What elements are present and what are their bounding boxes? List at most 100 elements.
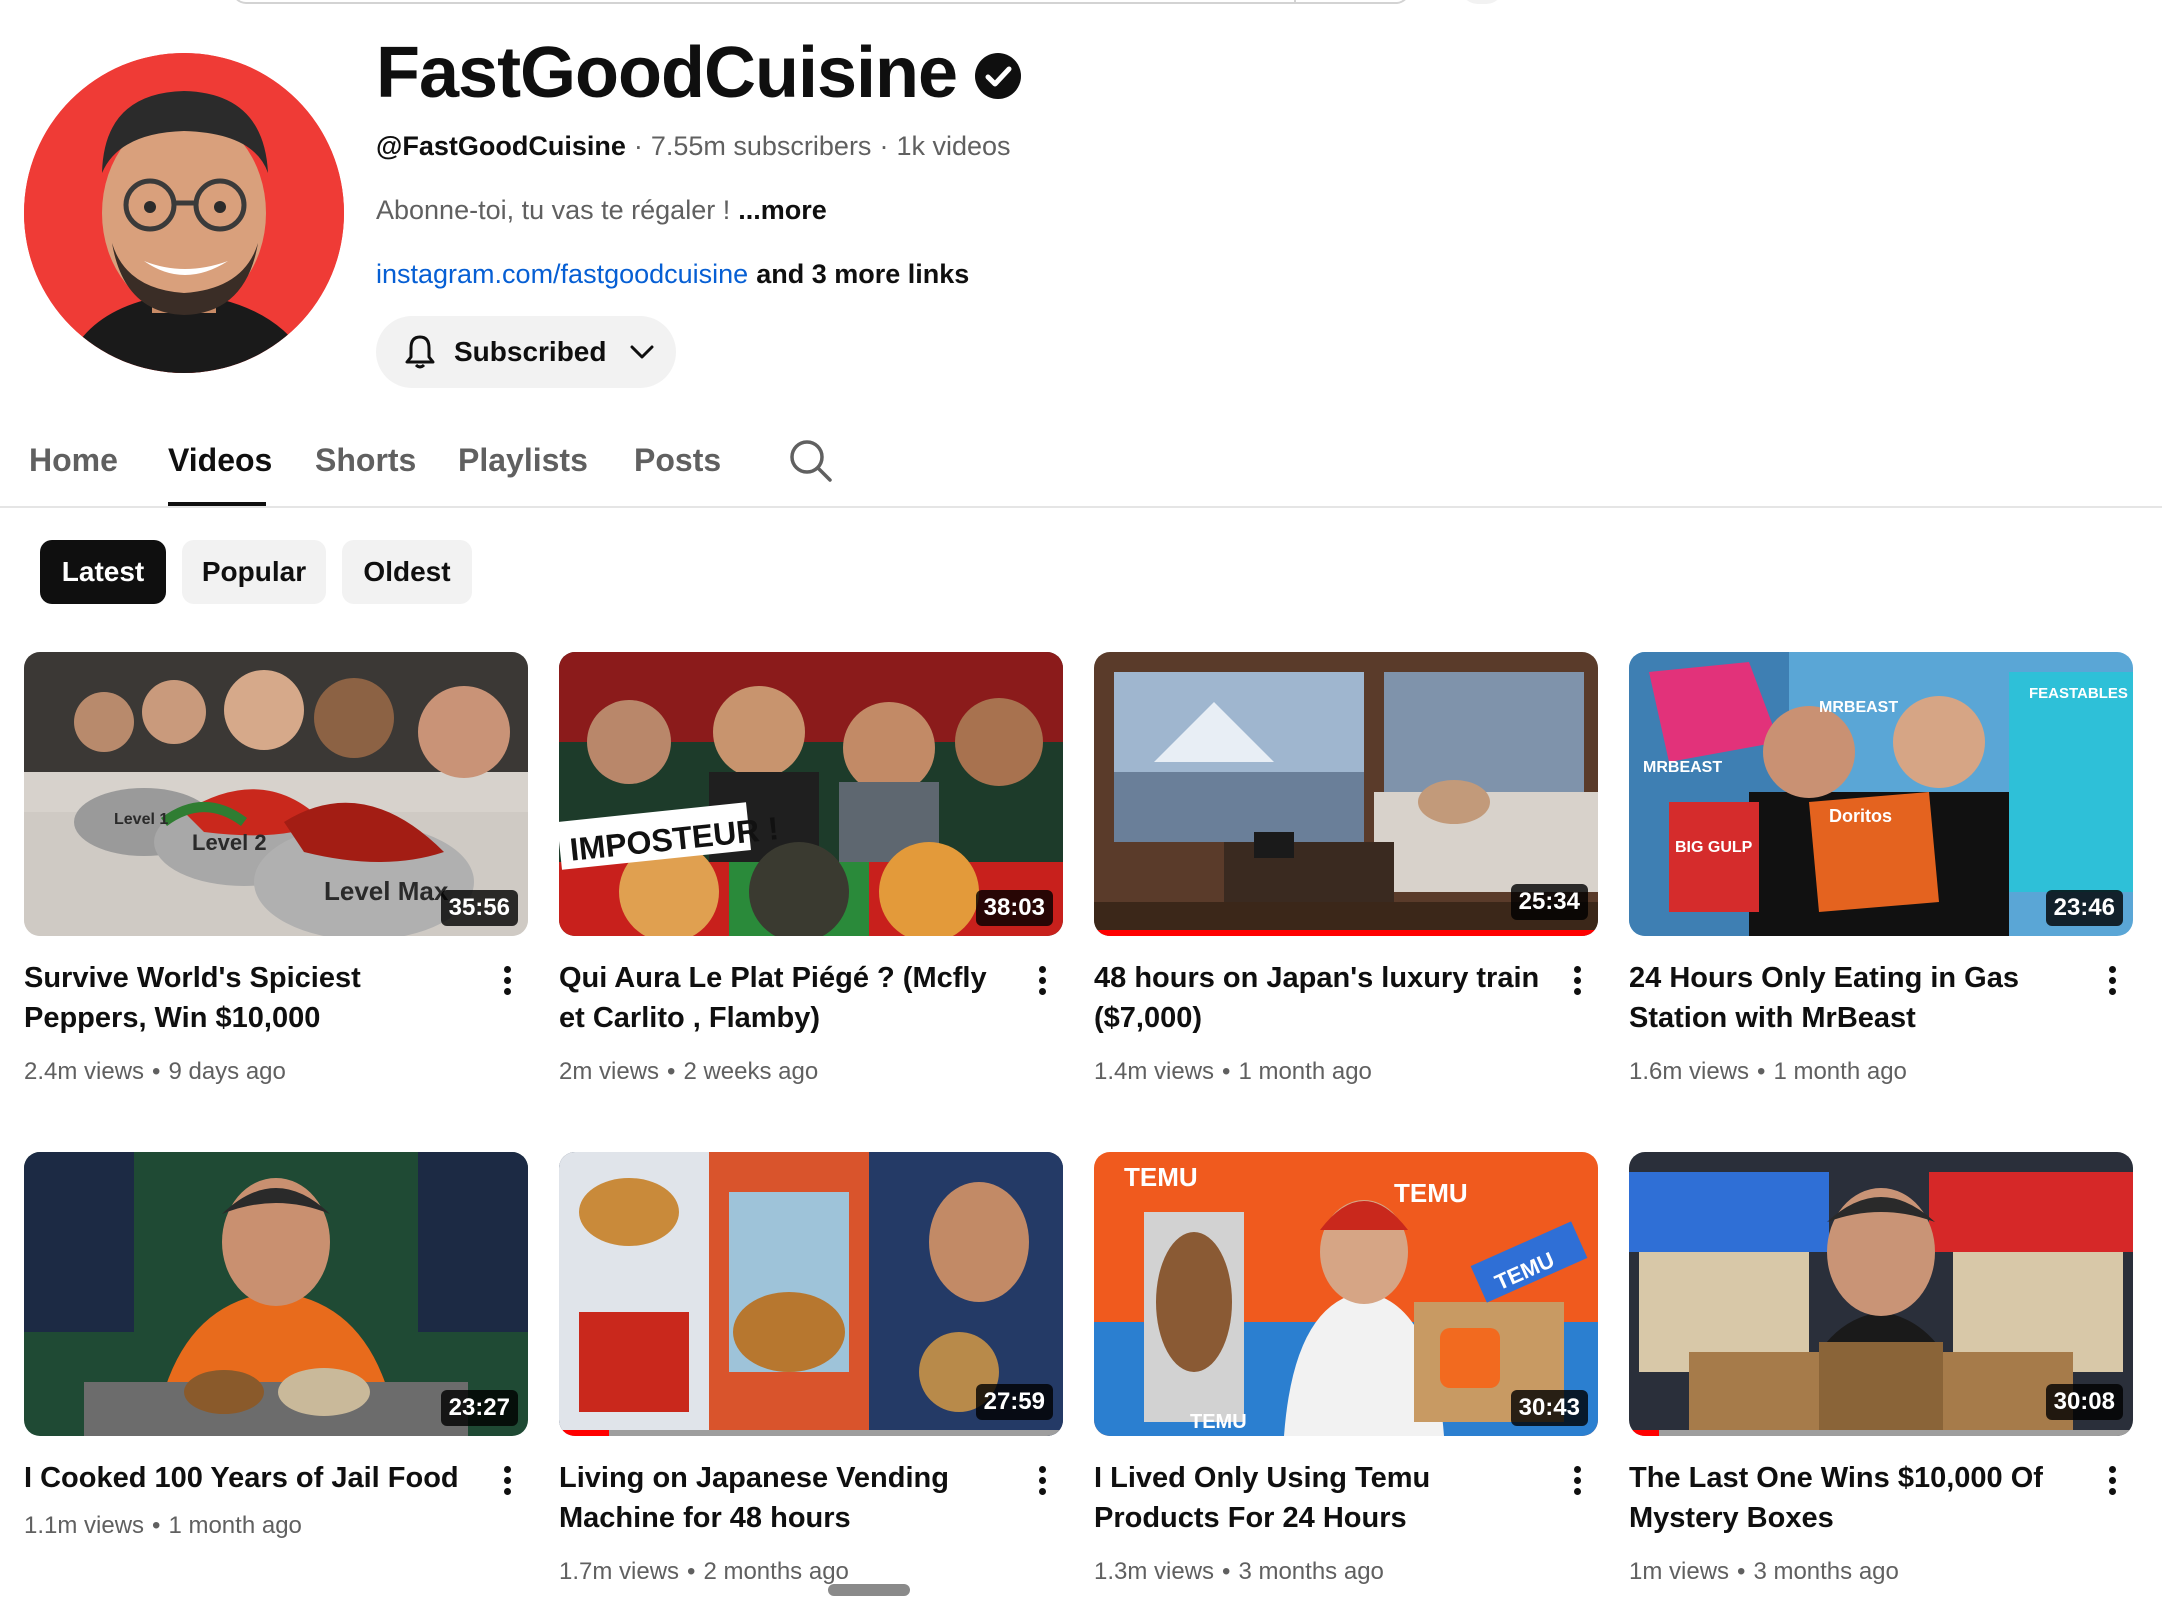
video-thumbnail[interactable]: 27:59: [559, 1152, 1063, 1436]
video-title[interactable]: Qui Aura Le Plat Piégé ? (Mcfly et Carli…: [559, 958, 1009, 1038]
meta-separator: ·: [633, 131, 643, 161]
video-title[interactable]: Living on Japanese Vending Machine for 4…: [559, 1458, 1009, 1538]
video-duration: 30:43: [1510, 1390, 1588, 1426]
tab-shorts[interactable]: Shorts: [315, 440, 416, 480]
video-card[interactable]: 30:08 The Last One Wins $10,000 Of Myste…: [1629, 1152, 2133, 1585]
verified-badge-icon: [975, 53, 1022, 99]
video-count: 1k videos: [896, 131, 1011, 161]
thumb-text: TEMU: [1190, 1411, 1247, 1433]
watch-progress: [1629, 1430, 2133, 1436]
video-views: 1.4m views: [1094, 1058, 1215, 1085]
video-thumbnail[interactable]: 23:27: [24, 1152, 528, 1436]
thumb-text: TEMU: [1394, 1178, 1468, 1208]
video-thumbnail[interactable]: MRBEAST MRBEAST FEASTABLES BIG GULP Dori…: [1629, 652, 2133, 936]
watch-progress: [559, 1430, 1063, 1436]
video-card[interactable]: 23:27 I Cooked 100 Years of Jail Food 1.…: [24, 1152, 528, 1539]
video-age: 2 weeks ago: [683, 1058, 819, 1085]
tab-playlists[interactable]: Playlists: [458, 440, 588, 480]
watch-progress-fill: [1094, 930, 1598, 936]
video-views: 2m views: [559, 1058, 660, 1085]
video-meta: 1.4m views • 1 month ago: [1094, 1058, 1372, 1085]
video-age: 1 month ago: [1773, 1058, 1907, 1085]
channel-avatar[interactable]: [24, 53, 344, 373]
more-vert-icon[interactable]: [492, 1462, 522, 1502]
video-views: 1.7m views: [559, 1558, 680, 1585]
thumb-text: Level 1: [114, 811, 168, 828]
video-age: 1 month ago: [168, 1512, 302, 1539]
thumb-text: MRBEAST: [1643, 759, 1722, 776]
more-vert-icon[interactable]: [1027, 1462, 1057, 1502]
more-links-button[interactable]: and 3 more links: [756, 259, 969, 289]
video-card[interactable]: MRBEAST MRBEAST FEASTABLES BIG GULP Dori…: [1629, 652, 2133, 1085]
video-meta: 1.1m views • 1 month ago: [24, 1512, 302, 1539]
thumb-text: Doritos: [1829, 806, 1892, 826]
video-duration: 25:34: [1510, 884, 1588, 920]
video-thumbnail[interactable]: 30:08: [1629, 1152, 2133, 1436]
tab-videos[interactable]: Videos: [168, 440, 272, 480]
video-title[interactable]: 24 Hours Only Eating in Gas Station with…: [1629, 958, 2079, 1038]
tab-home[interactable]: Home: [29, 440, 118, 480]
search-bar-edge: [232, 0, 1410, 4]
video-card[interactable]: IMPOSTEUR ! 38:03 Qui Aura Le Plat Piégé…: [559, 652, 1063, 1085]
chip-oldest[interactable]: Oldest: [342, 540, 472, 604]
more-vert-icon[interactable]: [2097, 1462, 2127, 1502]
mic-button-edge: [1460, 0, 1504, 4]
thumb-text: Level 2: [192, 830, 267, 855]
video-title[interactable]: The Last One Wins $10,000 Of Mystery Box…: [1629, 1458, 2079, 1538]
more-vert-icon[interactable]: [492, 962, 522, 1002]
more-vert-icon[interactable]: [1027, 962, 1057, 1002]
subscribed-button[interactable]: Subscribed: [376, 316, 676, 388]
video-title[interactable]: Survive World's Spiciest Peppers, Win $1…: [24, 958, 474, 1038]
chip-latest[interactable]: Latest: [40, 540, 166, 604]
scroll-handle[interactable]: [828, 1584, 910, 1596]
video-views: 1m views: [1629, 1558, 1730, 1585]
more-vert-icon[interactable]: [1562, 962, 1592, 1002]
subscribed-label: Subscribed: [454, 336, 607, 367]
video-card[interactable]: TEMU TEMU TEMU TEMU 30:43 I Lived Only U…: [1094, 1152, 1598, 1585]
video-thumbnail[interactable]: IMPOSTEUR ! 38:03: [559, 652, 1063, 936]
video-card[interactable]: 27:59 Living on Japanese Vending Machine…: [559, 1152, 1063, 1585]
video-views: 2.4m views: [24, 1058, 145, 1085]
channel-description[interactable]: Abonne-toi, tu vas te régaler ! ...more: [376, 192, 827, 228]
video-card[interactable]: Level 1 Level 2 Level Max 35:56 Survive …: [24, 652, 528, 1085]
channel-tabs: Home Videos Shorts Playlists Posts: [0, 420, 2162, 508]
meta-separator: ·: [879, 131, 889, 161]
description-more-link[interactable]: ...more: [738, 195, 827, 225]
watch-progress-fill: [559, 1430, 610, 1436]
video-thumbnail[interactable]: Level 1 Level 2 Level Max 35:56: [24, 652, 528, 936]
active-tab-indicator: [168, 502, 266, 506]
chevron-down-icon: [630, 345, 654, 359]
description-text: Abonne-toi, tu vas te régaler !: [376, 195, 731, 225]
instagram-link[interactable]: instagram.com/fastgoodcuisine: [376, 259, 748, 289]
video-title[interactable]: I Cooked 100 Years of Jail Food: [24, 1458, 474, 1498]
channel-handle: @FastGoodCuisine: [376, 131, 626, 161]
video-meta: 1.6m views • 1 month ago: [1629, 1058, 1907, 1085]
more-vert-icon[interactable]: [2097, 962, 2127, 1002]
video-thumbnail[interactable]: TEMU TEMU TEMU TEMU 30:43: [1094, 1152, 1598, 1436]
thumb-text: FEASTABLES: [2029, 685, 2128, 702]
video-age: 3 months ago: [1753, 1558, 1899, 1585]
video-card[interactable]: 25:34 48 hours on Japan's luxury train (…: [1094, 652, 1598, 1085]
video-title[interactable]: I Lived Only Using Temu Products For 24 …: [1094, 1458, 1544, 1538]
avatar-portrait: [24, 53, 344, 373]
more-vert-icon[interactable]: [1562, 1462, 1592, 1502]
watch-progress: [1094, 930, 1598, 936]
thumb-text: TEMU: [1124, 1162, 1198, 1192]
video-duration: 35:56: [440, 890, 518, 926]
video-views: 1.6m views: [1629, 1058, 1750, 1085]
video-thumbnail[interactable]: 25:34: [1094, 652, 1598, 936]
bell-icon: [405, 335, 435, 369]
tab-posts[interactable]: Posts: [634, 440, 721, 480]
subscriber-count: 7.55m subscribers: [650, 131, 872, 161]
video-title[interactable]: 48 hours on Japan's luxury train ($7,000…: [1094, 958, 1544, 1038]
chip-popular[interactable]: Popular: [182, 540, 326, 604]
video-duration: 38:03: [975, 890, 1053, 926]
search-icon[interactable]: [786, 436, 836, 486]
channel-title: FastGoodCuisine: [376, 28, 1022, 118]
thumb-text: BIG GULP: [1675, 839, 1753, 856]
video-views: 1.3m views: [1094, 1558, 1215, 1585]
watch-progress-fill: [1629, 1430, 1660, 1436]
video-meta: 2.4m views • 9 days ago: [24, 1058, 286, 1085]
video-meta: 1.7m views • 2 months ago: [559, 1558, 849, 1585]
channel-name-text: FastGoodCuisine: [376, 33, 958, 113]
